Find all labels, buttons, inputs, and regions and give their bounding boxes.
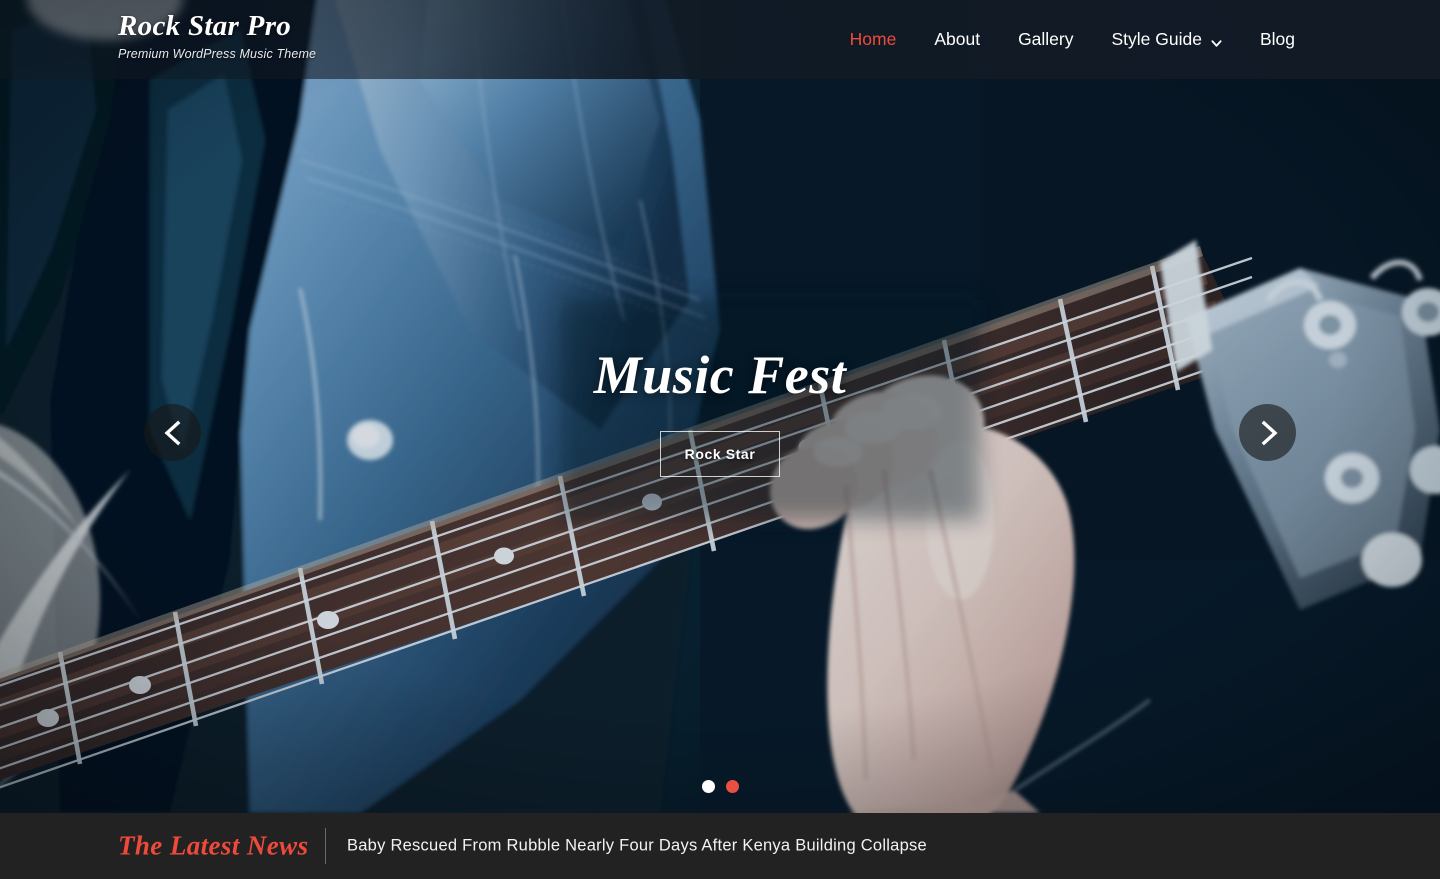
slide-caption: Music Fest Rock Star <box>0 348 1440 477</box>
nav-item-gallery[interactable]: Gallery <box>999 28 1092 49</box>
slider-dot-1[interactable] <box>701 780 715 793</box>
hero-slider[interactable]: Music Fest Rock Star <box>0 0 1440 813</box>
site-tagline: Premium WordPress Music Theme <box>118 46 317 61</box>
site-header: Rock Star Pro Premium WordPress Music Th… <box>0 0 1440 79</box>
chevron-left-icon <box>163 420 180 445</box>
slide-cta-button[interactable]: Rock Star <box>660 431 780 477</box>
page-root: Music Fest Rock Star Rock Star Pro Premi… <box>0 0 1440 879</box>
slide-title: Music Fest <box>593 345 847 405</box>
slider-pagination[interactable] <box>0 780 1440 793</box>
slider-prev-button[interactable] <box>144 404 201 461</box>
slider-dot-2[interactable] <box>725 780 739 793</box>
nav-label-blog: Blog <box>1259 28 1295 49</box>
news-headline[interactable]: Baby Rescued From Rubble Nearly Four Day… <box>347 837 927 856</box>
nav-label-home: Home <box>849 28 897 49</box>
nav-item-about[interactable]: About <box>915 28 999 49</box>
chevron-down-icon[interactable] <box>1211 35 1222 47</box>
nav-label-about: About <box>934 28 981 49</box>
nav-item-blog[interactable]: Blog <box>1241 28 1314 49</box>
nav-label-style-guide: Style Guide <box>1111 28 1202 49</box>
news-separator <box>325 828 326 864</box>
nav-label-gallery: Gallery <box>1018 28 1074 49</box>
chevron-right-icon <box>1261 420 1278 445</box>
site-branding[interactable]: Rock Star Pro Premium WordPress Music Th… <box>118 10 317 61</box>
latest-news-label: The Latest News <box>118 830 309 861</box>
site-title[interactable]: Rock Star Pro <box>118 10 316 43</box>
nav-item-home[interactable]: Home <box>831 28 916 49</box>
nav-item-style-guide[interactable]: Style Guide <box>1093 28 1241 49</box>
slider-next-button[interactable] <box>1239 404 1296 461</box>
primary-navigation[interactable]: Home About Gallery Style Guide Blog <box>831 0 1314 79</box>
latest-news-bar: The Latest News Baby Rescued From Rubble… <box>0 813 1440 879</box>
